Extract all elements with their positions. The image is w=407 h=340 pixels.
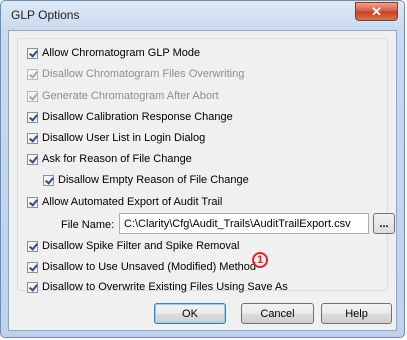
checkbox-icon: [27, 90, 38, 102]
dialog-title: GLP Options: [11, 8, 80, 22]
checkbox-icon[interactable]: [27, 281, 38, 293]
option-label: Disallow User List in Login Dialog: [42, 132, 206, 144]
option-label: Disallow to Overwrite Existing Files Usi…: [42, 281, 288, 293]
glp-options-dialog: GLP Options ✕ Allow Chromatogram GLP Mod…: [0, 0, 405, 338]
option-disallow-to-overwrite-existing-files-using-save-as[interactable]: Disallow to Overwrite Existing Files Usi…: [27, 279, 288, 295]
option-allow-automated-export-of-audit-trail[interactable]: Allow Automated Export of Audit Trail: [27, 194, 222, 210]
checkbox-icon[interactable]: [43, 174, 54, 186]
checkbox-icon[interactable]: [27, 47, 38, 59]
checkbox-icon[interactable]: [27, 111, 38, 123]
option-label: Disallow to Use Unsaved (Modified) Metho…: [42, 261, 256, 273]
option-label: Disallow Spike Filter and Spike Removal: [42, 240, 240, 252]
title-bar[interactable]: GLP Options ✕: [1, 1, 404, 29]
option-label: Allow Automated Export of Audit Trail: [42, 196, 223, 208]
dialog-body: Allow Chromatogram GLP Mode Disallow Chr…: [8, 30, 397, 331]
option-allow-chromatogram-glp-mode[interactable]: Allow Chromatogram GLP Mode: [27, 45, 200, 61]
checkbox-icon[interactable]: [27, 132, 38, 144]
browse-button[interactable]: ...: [373, 213, 395, 234]
option-disallow-chromatogram-files-overwriting: Disallow Chromatogram Files Overwriting: [27, 66, 244, 82]
option-ask-for-reason-of-file-change[interactable]: Ask for Reason of File Change: [27, 151, 192, 167]
checkbox-icon[interactable]: [27, 240, 38, 252]
help-button[interactable]: Help: [321, 303, 392, 324]
file-name-label: File Name:: [61, 219, 115, 231]
file-name-input[interactable]: [119, 213, 369, 234]
option-label: Disallow Calibration Response Change: [42, 111, 233, 123]
option-disallow-to-use-unsaved-modified-method[interactable]: Disallow to Use Unsaved (Modified) Metho…: [27, 259, 256, 275]
checkbox-icon[interactable]: [27, 261, 38, 273]
close-icon: ✕: [371, 3, 382, 19]
checkbox-icon[interactable]: [27, 153, 38, 165]
checkbox-icon[interactable]: [27, 196, 38, 208]
option-label: Allow Chromatogram GLP Mode: [42, 47, 201, 59]
ok-button[interactable]: OK: [154, 303, 226, 324]
close-button[interactable]: ✕: [355, 2, 398, 21]
option-disallow-user-list-in-login-dialog[interactable]: Disallow User List in Login Dialog: [27, 130, 205, 146]
checkbox-icon: [27, 68, 38, 80]
option-disallow-spike-filter-and-spike-removal[interactable]: Disallow Spike Filter and Spike Removal: [27, 238, 239, 254]
option-generate-chromatogram-after-abort: Generate Chromatogram After Abort: [27, 88, 219, 104]
ellipsis-icon: ...: [379, 217, 389, 230]
cancel-button[interactable]: Cancel: [241, 303, 314, 324]
option-disallow-empty-reason-of-file-change[interactable]: Disallow Empty Reason of File Change: [43, 172, 249, 188]
option-label: Ask for Reason of File Change: [42, 153, 192, 165]
option-label: Generate Chromatogram After Abort: [42, 90, 219, 102]
option-disallow-calibration-response-change[interactable]: Disallow Calibration Response Change: [27, 109, 233, 125]
option-label: Disallow Chromatogram Files Overwriting: [42, 68, 245, 80]
option-label: Disallow Empty Reason of File Change: [58, 174, 249, 186]
callout-number-badge: 1: [252, 252, 268, 268]
